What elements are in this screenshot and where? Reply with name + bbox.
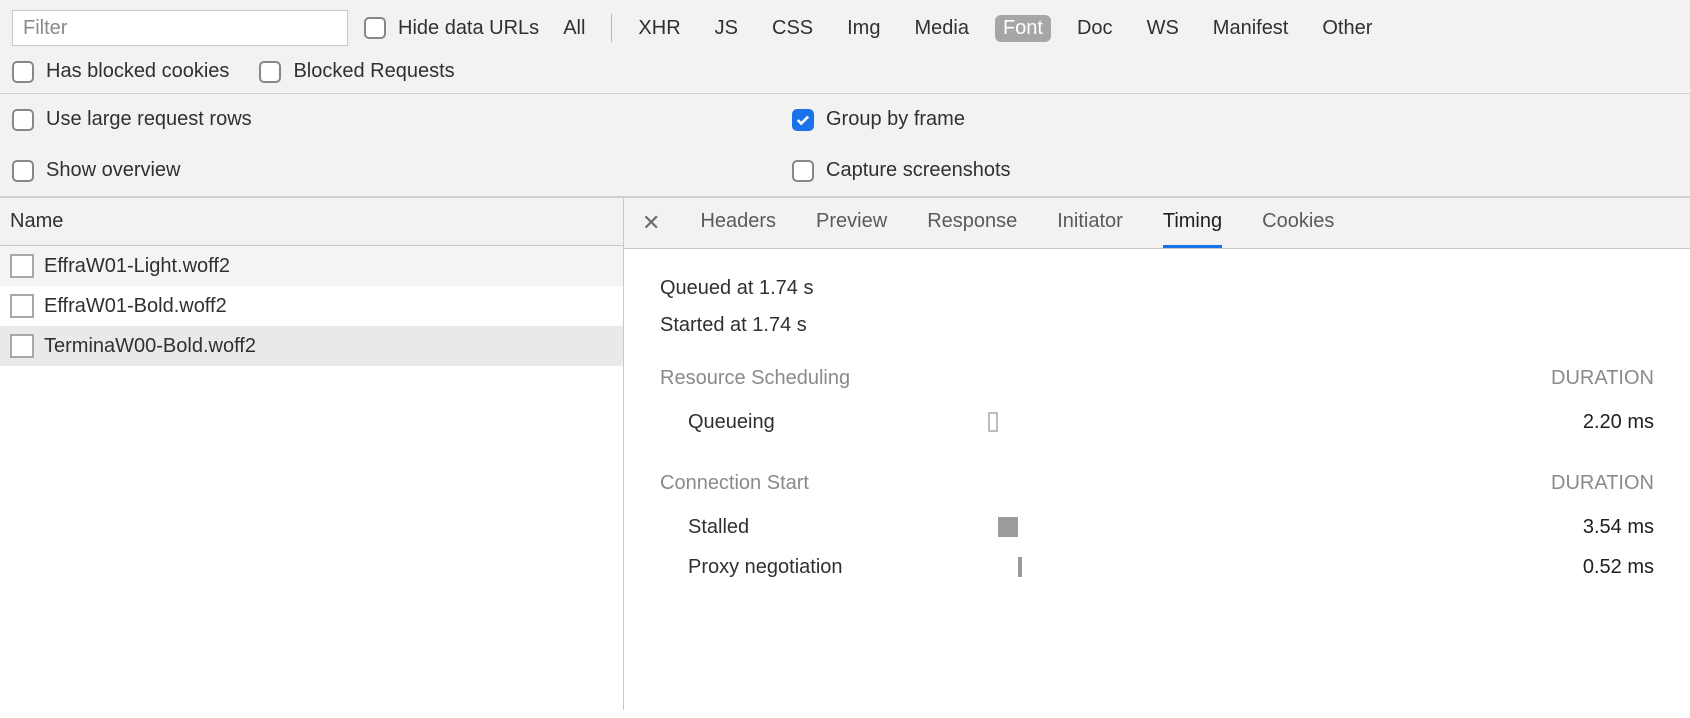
type-chip-js[interactable]: JS [707,15,746,42]
type-chip-xhr[interactable]: XHR [630,15,688,42]
use-large-rows-checkbox[interactable]: Use large request rows [12,108,792,131]
blocked-requests-checkbox[interactable]: Blocked Requests [259,60,454,83]
file-icon [10,334,34,358]
started-at: Started at 1.74 s [660,314,1654,337]
type-chip-doc[interactable]: Doc [1069,15,1121,42]
timing-label: Stalled [688,516,988,539]
checkbox-box [12,160,34,182]
checkbox-box [12,61,34,83]
tab-headers[interactable]: Headers [700,210,776,248]
request-name: EffraW01-Bold.woff2 [44,295,227,318]
file-icon [10,254,34,278]
request-name: EffraW01-Light.woff2 [44,255,230,278]
timing-duration: 3.54 ms [1514,516,1654,539]
request-list: EffraW01-Light.woff2 EffraW01-Bold.woff2 T… [0,246,623,366]
timing-row: Stalled 3.54 ms [660,507,1654,547]
split-panes: Name EffraW01-Light.woff2 EffraW01-Bold.w… [0,198,1690,710]
timing-row: Queueing 2.20 ms [660,402,1654,442]
capture-screenshots-label: Capture screenshots [826,159,1011,182]
request-name: TerminaW00-Bold.woff2 [44,335,256,358]
type-chip-manifest[interactable]: Manifest [1205,15,1297,42]
timing-section-header: Resource Scheduling DURATION [660,367,1654,390]
timing-bar-cell [988,555,1514,579]
hide-data-urls-checkbox[interactable]: Hide data URLs [364,17,539,40]
filter-row-1: Hide data URLs All XHR JS CSS Img Media Font Do… [12,10,1678,46]
timing-bar [1018,557,1022,577]
checkbox-box [364,17,386,39]
checkbox-box [12,109,34,131]
column-header-name[interactable]: Name [0,198,623,246]
checkbox-box [792,109,814,131]
request-row[interactable]: TerminaW00-Bold.woff2 [0,326,623,366]
duration-column-label: DURATION [1551,367,1654,390]
type-separator [611,14,612,42]
hide-data-urls-label: Hide data URLs [398,17,539,40]
close-icon[interactable]: ✕ [642,212,660,246]
request-list-pane: Name EffraW01-Light.woff2 EffraW01-Bold.w… [0,198,624,710]
has-blocked-cookies-checkbox[interactable]: Has blocked cookies [12,60,229,83]
timing-body: Queued at 1.74 s Started at 1.74 s Resou… [624,249,1690,587]
timing-row: Proxy negotiation 0.52 ms [660,547,1654,587]
timing-duration: 0.52 ms [1514,556,1654,579]
type-chip-ws[interactable]: WS [1139,15,1187,42]
tab-timing[interactable]: Timing [1163,210,1222,248]
detail-pane: ✕ Headers Preview Response Initiator Timing C… [624,198,1690,710]
detail-tabs: ✕ Headers Preview Response Initiator Timing C… [624,198,1690,249]
filter-row-2: Has blocked cookies Blocked Requests [12,60,1678,83]
timing-label: Queueing [688,411,988,434]
checkbox-box [259,61,281,83]
use-large-rows-label: Use large request rows [46,108,252,131]
show-overview-checkbox[interactable]: Show overview [12,159,792,182]
tab-response[interactable]: Response [927,210,1017,248]
timing-section-header: Connection Start DURATION [660,472,1654,495]
group-by-frame-label: Group by frame [826,108,965,131]
filter-input[interactable] [12,10,348,46]
request-row[interactable]: EffraW01-Bold.woff2 [0,286,623,326]
detail-tabs-inner: Headers Preview Response Initiator Timing Coo… [700,210,1334,248]
timing-bar [988,412,998,432]
tab-preview[interactable]: Preview [816,210,887,248]
timing-bar-cell [988,515,1514,539]
duration-column-label: DURATION [1551,472,1654,495]
type-chip-img[interactable]: Img [839,15,888,42]
type-chip-other[interactable]: Other [1314,15,1380,42]
type-chip-font[interactable]: Font [995,15,1051,42]
type-chip-media[interactable]: Media [906,15,976,42]
section-title: Connection Start [660,472,809,495]
section-title: Resource Scheduling [660,367,850,390]
options-bar: Use large request rows Group by frame Sh… [0,94,1690,198]
type-chip-css[interactable]: CSS [764,15,821,42]
timing-duration: 2.20 ms [1514,411,1654,434]
timing-sections: Resource Scheduling DURATION Queueing 2.20 … [660,367,1654,587]
queued-at: Queued at 1.74 s [660,277,1654,300]
show-overview-label: Show overview [46,159,181,182]
tab-initiator[interactable]: Initiator [1057,210,1123,248]
type-filters: All XHR JS CSS Img Media Font Doc WS Manifest Othe… [555,14,1380,42]
blocked-requests-label: Blocked Requests [293,60,454,83]
type-chip-all[interactable]: All [555,15,593,42]
timing-bar [998,517,1018,537]
checkbox-box [792,160,814,182]
timing-bar-cell [988,410,1514,434]
capture-screenshots-checkbox[interactable]: Capture screenshots [792,159,1678,182]
has-blocked-cookies-label: Has blocked cookies [46,60,229,83]
request-row[interactable]: EffraW01-Light.woff2 [0,246,623,286]
timing-label: Proxy negotiation [688,556,988,579]
filter-bar: Hide data URLs All XHR JS CSS Img Media Font Do… [0,0,1690,94]
group-by-frame-checkbox[interactable]: Group by frame [792,108,1678,131]
file-icon [10,294,34,318]
tab-cookies[interactable]: Cookies [1262,210,1334,248]
